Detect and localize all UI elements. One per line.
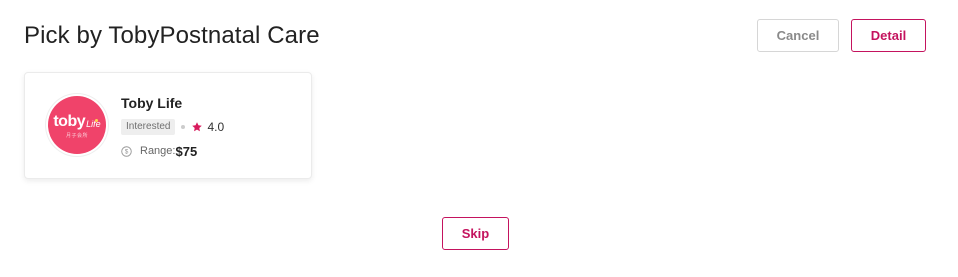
range-value: $75 bbox=[175, 143, 198, 159]
logo-wordmark-sub: Life bbox=[86, 118, 101, 129]
provider-name: Toby Life bbox=[121, 95, 183, 111]
logo-dot bbox=[95, 119, 98, 122]
star-icon bbox=[191, 121, 203, 133]
provider-card[interactable]: toby Life 月子会所 Toby Life Interested 4.0 … bbox=[24, 72, 312, 179]
cancel-button[interactable]: Cancel bbox=[757, 19, 839, 52]
logo-wordmark: toby bbox=[53, 113, 86, 130]
price-row: $ Range: $75 bbox=[121, 143, 197, 159]
separator-dot bbox=[181, 125, 186, 129]
status-badge: Interested bbox=[121, 119, 176, 135]
svg-text:$: $ bbox=[125, 148, 129, 155]
logo-tagline: 月子会所 bbox=[65, 133, 88, 139]
page: Pick by TobyPostnatal Care Cancel Detail… bbox=[0, 0, 958, 277]
rating-value: 4.0 bbox=[207, 120, 225, 134]
coin-icon: $ bbox=[121, 145, 132, 157]
skip-button[interactable]: Skip bbox=[442, 217, 509, 250]
page-title: Pick by TobyPostnatal Care bbox=[24, 22, 320, 49]
range-label: Range: bbox=[140, 145, 176, 157]
status-row: Interested 4.0 bbox=[121, 119, 224, 135]
logo-circle: toby Life 月子会所 bbox=[48, 96, 106, 154]
provider-logo: toby Life 月子会所 bbox=[46, 94, 108, 156]
detail-button[interactable]: Detail bbox=[851, 19, 926, 52]
